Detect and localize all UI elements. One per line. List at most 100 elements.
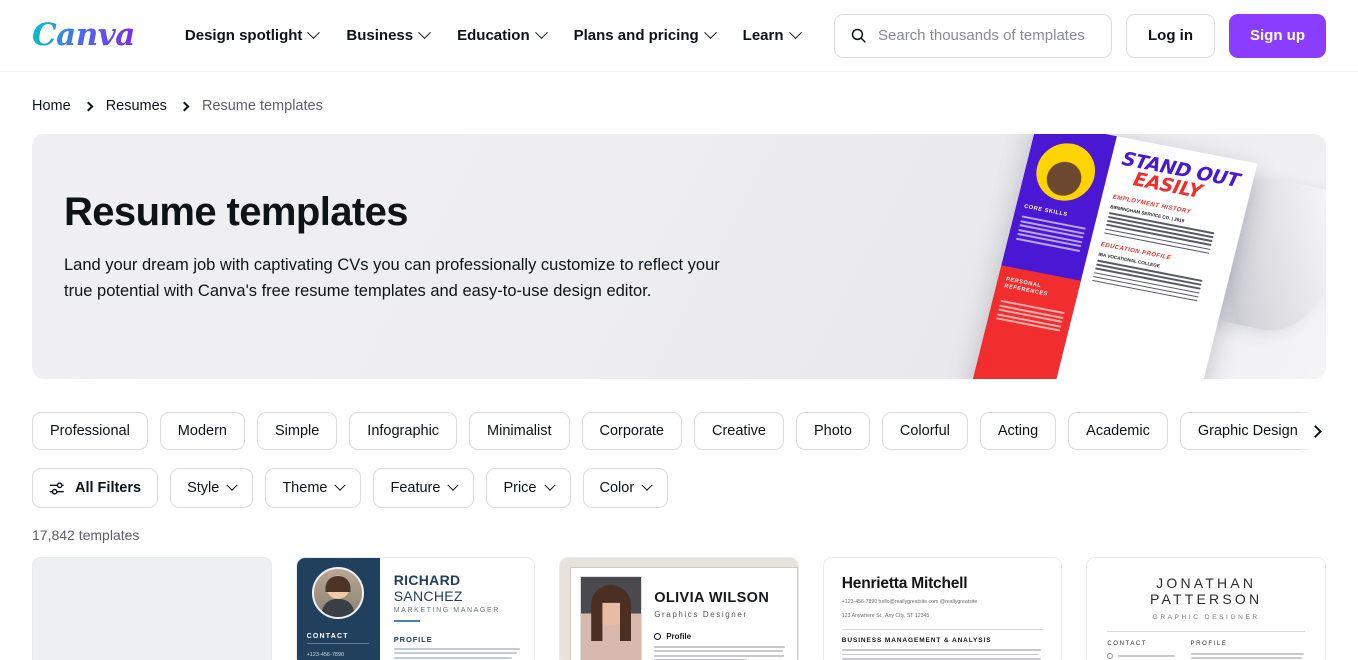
chip-professional[interactable]: Professional — [32, 412, 148, 450]
chevron-right-icon — [83, 101, 94, 111]
nav-label: Plans and pricing — [573, 27, 699, 44]
page-subtitle: Land your dream job with captivating CVs… — [64, 256, 720, 300]
chips-scroll-next-button[interactable] — [1298, 412, 1326, 450]
nav-label: Education — [457, 27, 530, 44]
site-header: Canva Design spotlight Business Educatio… — [0, 0, 1358, 72]
login-button[interactable]: Log in — [1126, 13, 1215, 58]
breadcrumb-item-resumes[interactable]: Resumes — [106, 98, 167, 114]
chip-creative[interactable]: Creative — [693, 412, 784, 450]
category-chips-scroller[interactable]: Professional Modern Simple Infographic M… — [32, 412, 1326, 450]
resume-preview: OLIVIA WILSON Graphics Designer Profile — [560, 558, 798, 660]
filter-bar: All Filters Style Theme Feature Price Co… — [32, 468, 1326, 508]
canva-logo[interactable]: Canva — [32, 20, 135, 51]
category-chips: Professional Modern Simple Infographic M… — [32, 412, 1326, 450]
resume-contact-heading: CONTACT — [306, 633, 349, 640]
breadcrumb: Home Resumes Resume templates — [0, 72, 1358, 114]
header-actions: Log in Sign up — [834, 13, 1326, 58]
hero-resume-preview: CORE SKILLS PERSONAL REFERENCES STAND OU… — [970, 134, 1258, 379]
nav-item-plans-and-pricing[interactable]: Plans and pricing — [562, 18, 727, 53]
all-filters-button[interactable]: All Filters — [32, 468, 159, 508]
template-card-henrietta-mitchell[interactable]: Henrietta Mitchell +123-456-7890 hello@r… — [822, 557, 1063, 660]
chip-simple[interactable]: Simple — [256, 412, 338, 450]
resume-contact-line: +123-456-7890 — [306, 652, 345, 658]
resume-body-lines — [841, 649, 1044, 660]
hero-resume-references-lines — [995, 299, 1065, 335]
search-box[interactable] — [834, 13, 1112, 58]
resume-preview: CONTACT +123-456-7890 RICHARD SANCHEZ MA… — [296, 558, 535, 660]
divider — [1107, 631, 1305, 632]
chip-minimalist[interactable]: Minimalist — [469, 412, 570, 450]
breadcrumb-item-current: Resume templates — [201, 98, 323, 114]
resume-role: MARKETING MANAGER — [393, 607, 500, 614]
template-card-placeholder[interactable] — [32, 557, 272, 660]
divider — [841, 629, 1044, 631]
hero-resume-references-label: PERSONAL REFERENCES — [1003, 276, 1049, 298]
chip-colorful[interactable]: Colorful — [881, 412, 968, 450]
resume-role: GRAPHIC DESIGNER — [1152, 614, 1260, 621]
resume-profile-heading: PROFILE — [1190, 641, 1228, 647]
chevron-right-icon — [1308, 424, 1322, 438]
primary-nav: Design spotlight Business Education Plan… — [173, 18, 812, 53]
avatar — [312, 567, 365, 619]
resume-profile-heading: Profile — [654, 632, 787, 641]
filter-theme-dropdown[interactable]: Theme — [265, 468, 362, 508]
search-icon — [851, 28, 866, 43]
chip-infographic[interactable]: Infographic — [349, 412, 458, 450]
results-count: 17,842 templates — [32, 527, 140, 543]
chip-graphic-design[interactable]: Graphic Design — [1179, 412, 1316, 450]
filter-color-dropdown[interactable]: Color — [582, 468, 669, 508]
resume-contact-line-1: +123-456-7890 hello@reallygreatsite.com … — [841, 599, 978, 605]
page-title: Resume templates — [64, 190, 408, 234]
chip-modern[interactable]: Modern — [159, 412, 245, 450]
resume-preview: Henrietta Mitchell +123-456-7890 hello@r… — [823, 558, 1062, 660]
chevron-down-icon — [788, 26, 802, 40]
all-filters-label: All Filters — [75, 480, 142, 496]
chevron-down-icon — [641, 479, 653, 491]
nav-item-design-spotlight[interactable]: Design spotlight — [173, 18, 331, 53]
filter-price-dropdown[interactable]: Price — [486, 468, 571, 508]
person-icon — [654, 633, 662, 640]
template-card-olivia-wilson[interactable]: OLIVIA WILSON Graphics Designer Profile — [559, 557, 799, 660]
nav-item-learn[interactable]: Learn — [731, 18, 812, 53]
template-card-jonathan-patterson[interactable]: JONATHAN PATTERSON GRAPHIC DESIGNER CONT… — [1086, 557, 1326, 660]
resume-inner-frame: OLIVIA WILSON Graphics Designer Profile — [570, 567, 798, 660]
hero-artwork: CORE SKILLS PERSONAL REFERENCES STAND OU… — [970, 134, 1326, 379]
nav-item-education[interactable]: Education — [445, 18, 558, 53]
resume-profile-column: PROFILE — [1190, 641, 1305, 660]
chip-photo[interactable]: Photo — [795, 412, 870, 450]
resume-sidebar: CONTACT +123-456-7890 — [296, 558, 380, 660]
chip-academic[interactable]: Academic — [1068, 412, 1168, 450]
chip-corporate[interactable]: Corporate — [581, 412, 682, 450]
resume-body-lines — [393, 648, 522, 659]
template-grid: CONTACT +123-456-7890 RICHARD SANCHEZ MA… — [32, 557, 1326, 660]
filter-label: Color — [599, 480, 635, 496]
divider — [393, 620, 420, 622]
resume-body-lines — [654, 646, 787, 660]
resume-preview: JONATHAN PATTERSON GRAPHIC DESIGNER CONT… — [1087, 558, 1325, 660]
filter-feature-dropdown[interactable]: Feature — [373, 468, 475, 508]
chip-acting[interactable]: Acting — [979, 412, 1057, 450]
template-card-richard-sanchez[interactable]: CONTACT +123-456-7890 RICHARD SANCHEZ MA… — [295, 557, 536, 660]
signup-button[interactable]: Sign up — [1229, 13, 1326, 58]
nav-label: Business — [346, 27, 414, 44]
hero-resume-core-skills-lines — [1015, 215, 1086, 254]
resume-main: RICHARD SANCHEZ MARKETING MANAGER PROFIL… — [380, 558, 534, 660]
chevron-down-icon — [418, 26, 431, 40]
contact-text — [1118, 655, 1175, 657]
resume-contact-row — [1107, 653, 1175, 659]
filter-style-dropdown[interactable]: Style — [170, 468, 254, 508]
hero-resume-avatar — [1030, 138, 1102, 206]
resume-profile-label: Profile — [666, 632, 692, 641]
chevron-down-icon — [543, 479, 556, 491]
search-input[interactable] — [878, 27, 1096, 44]
nav-item-business[interactable]: Business — [334, 18, 441, 53]
avatar — [580, 576, 643, 660]
resume-contact-line-2: 123 Anywhere St., Any City, ST 12345 — [841, 613, 930, 620]
filter-label: Theme — [282, 480, 328, 496]
nav-label: Design spotlight — [184, 27, 303, 44]
filter-label: Feature — [390, 480, 441, 496]
resume-profile-heading: PROFILE — [393, 635, 433, 644]
chevron-down-icon — [447, 479, 460, 491]
breadcrumb-item-home[interactable]: Home — [32, 98, 71, 114]
chevron-down-icon — [703, 26, 717, 40]
